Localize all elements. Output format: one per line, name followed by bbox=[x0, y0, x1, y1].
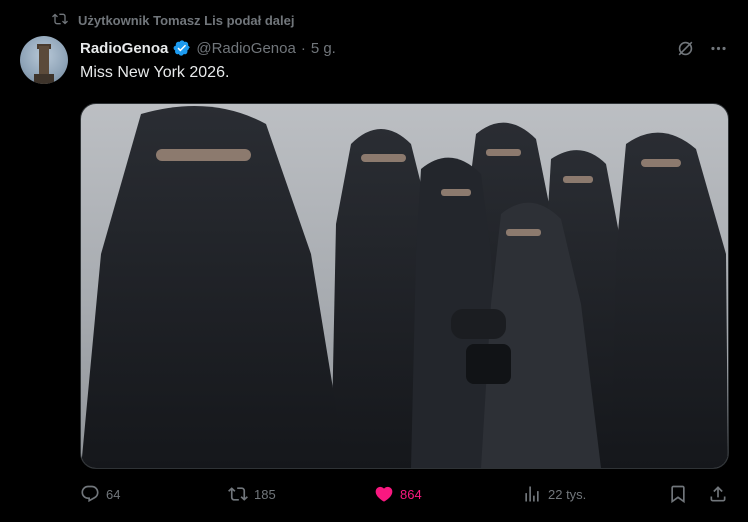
reply-button[interactable]: 64 bbox=[80, 482, 120, 506]
views-button[interactable]: 22 tys. bbox=[522, 482, 586, 506]
like-button[interactable]: 864 bbox=[374, 482, 422, 506]
share-button[interactable] bbox=[708, 482, 728, 506]
timestamp[interactable]: 5 g. bbox=[311, 40, 336, 57]
tower-base bbox=[34, 74, 54, 84]
tweet-header: RadioGenoa @RadioGenoa · 5 g. bbox=[80, 37, 336, 59]
share-icon bbox=[708, 484, 728, 504]
grok-icon[interactable] bbox=[676, 39, 695, 58]
tweet-text: Miss New York 2026. bbox=[80, 64, 230, 81]
like-count: 864 bbox=[400, 486, 422, 502]
retweet-icon bbox=[228, 484, 248, 504]
header-actions bbox=[676, 37, 728, 59]
views-count: 22 tys. bbox=[548, 486, 587, 502]
more-options-icon[interactable] bbox=[709, 39, 728, 58]
bookmark-button[interactable] bbox=[668, 482, 688, 506]
retweet-context[interactable]: Użytkownik Tomasz Lis podał dalej bbox=[52, 10, 294, 30]
separator-dot: · bbox=[300, 39, 306, 57]
reply-count: 64 bbox=[106, 486, 121, 502]
user-handle[interactable]: @RadioGenoa bbox=[196, 40, 295, 57]
reply-icon bbox=[80, 484, 100, 504]
avatar[interactable] bbox=[20, 36, 68, 84]
retweet-count: 185 bbox=[254, 486, 276, 502]
retweet-icon bbox=[52, 11, 68, 30]
bar-chart-icon bbox=[522, 484, 542, 504]
tweet-image-illustration bbox=[81, 106, 728, 468]
heart-icon bbox=[374, 484, 394, 504]
bookmark-icon bbox=[668, 484, 688, 504]
tweet-image[interactable] bbox=[80, 103, 729, 469]
tweet-actions: 64 185 864 22 tys. bbox=[80, 482, 730, 506]
display-name[interactable]: RadioGenoa bbox=[80, 40, 168, 57]
retweet-context-text: Użytkownik Tomasz Lis podał dalej bbox=[78, 12, 295, 28]
retweet-button[interactable]: 185 bbox=[228, 482, 276, 506]
verified-badge-icon[interactable] bbox=[173, 39, 191, 57]
